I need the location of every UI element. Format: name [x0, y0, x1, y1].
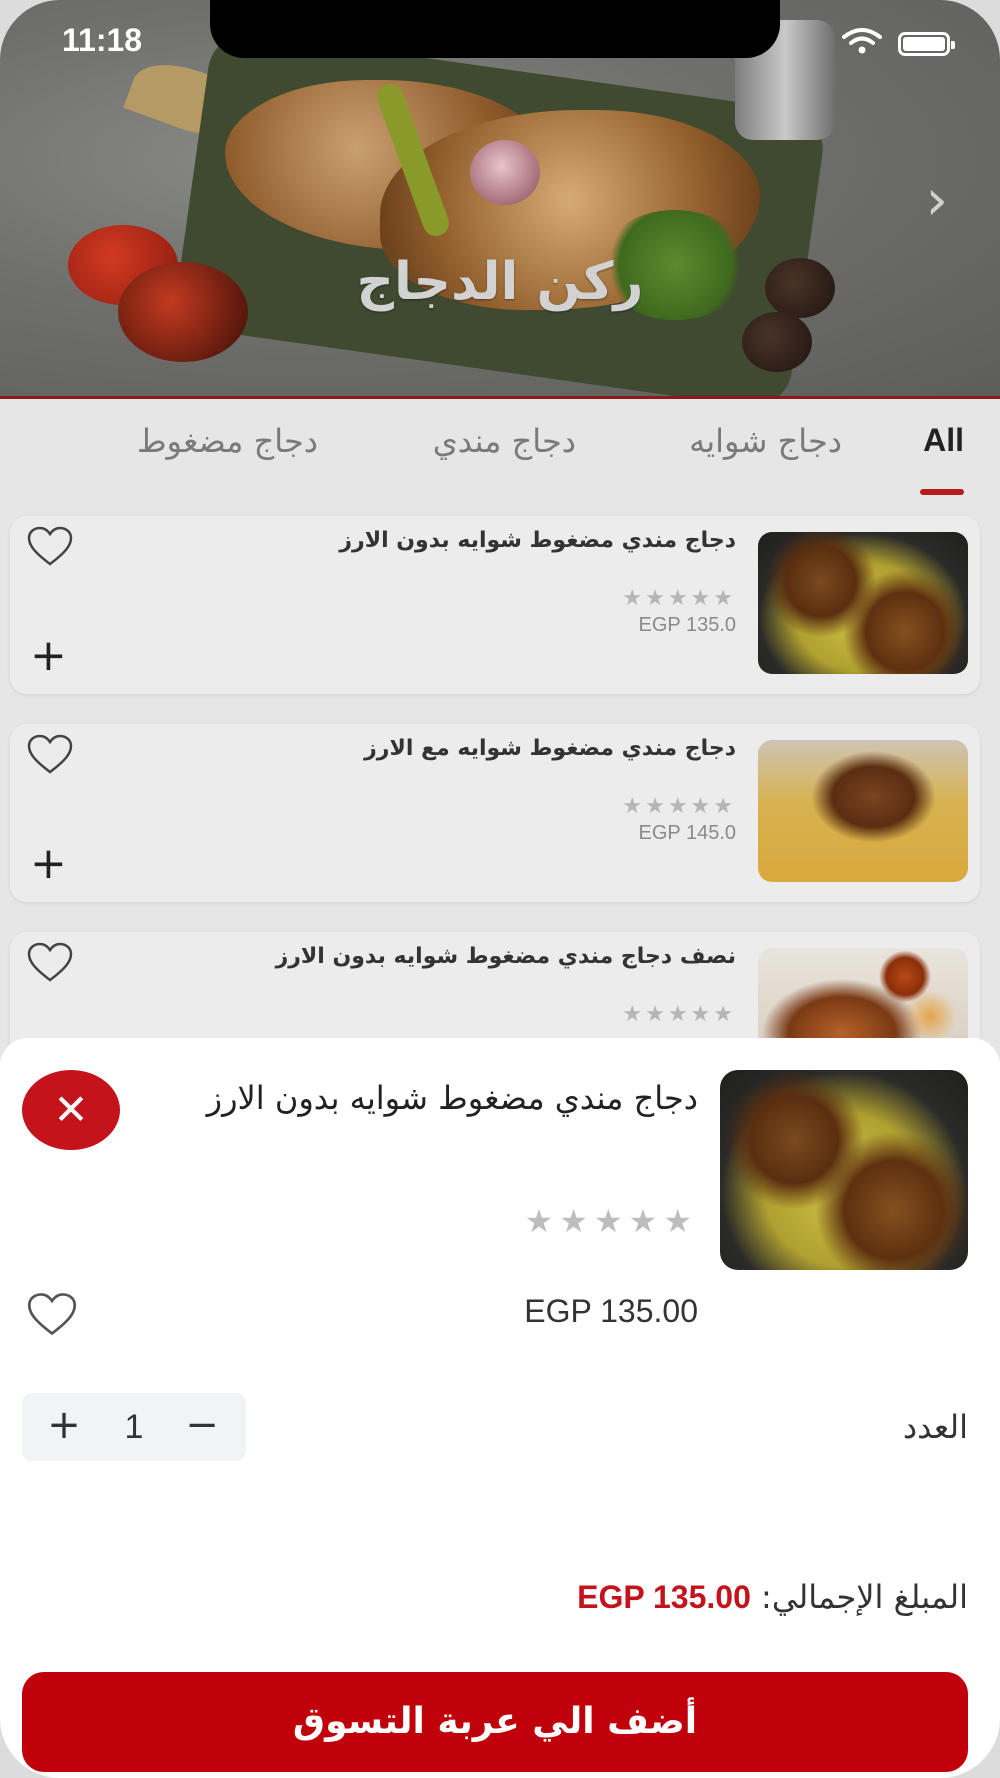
tab-grilled-chicken[interactable]: دجاج شوايه [689, 422, 842, 460]
heart-icon[interactable] [26, 734, 74, 776]
item-rating-stars[interactable]: ★★★★★ [525, 1202, 698, 1240]
quantity-label: العدد [902, 1408, 968, 1446]
banner-title: ركن الدجاج [356, 252, 644, 312]
item-title: دجاج مندي مضغوط شوايه بدون الارز [206, 1079, 698, 1117]
item-price: EGP 145.0 [638, 822, 736, 844]
item-rating-stars: ★★★★★ [622, 794, 736, 819]
close-icon: ✕ [53, 1085, 89, 1134]
item-name: نصف دجاج مندي مضغوط شوايه بدون الارز [275, 944, 736, 969]
item-price: EGP 135.00 [524, 1293, 698, 1329]
total-label: المبلغ الإجمالي: [761, 1578, 968, 1616]
decor-onion [470, 140, 540, 205]
decrement-button[interactable]: − [172, 1393, 232, 1461]
heart-icon[interactable] [26, 526, 74, 568]
tab-mandi-chicken[interactable]: دجاج مندي [433, 422, 576, 460]
item-image [758, 532, 968, 674]
device-notch [210, 0, 780, 58]
app-screen: ركن الدجاج › 11:18 All دجاج شوايه دجاج م… [0, 0, 1000, 1778]
total-amount: EGP 135.00 [577, 1579, 751, 1615]
list-item[interactable]: دجاج مندي مضغوط شوايه مع الارز ★★★★★ EGP… [10, 724, 980, 902]
quantity-stepper: + 1 − [22, 1393, 246, 1461]
status-time: 11:18 [62, 22, 143, 58]
tab-pressed-chicken[interactable]: دجاج مضغوط [137, 422, 318, 460]
item-price: EGP 135.0 [638, 614, 736, 636]
decor-prune [742, 312, 812, 372]
close-button[interactable]: ✕ [22, 1070, 120, 1150]
add-item-button[interactable]: + [30, 634, 67, 678]
item-name: دجاج مندي مضغوط شوايه مع الارز [364, 736, 736, 761]
battery-icon [898, 32, 955, 56]
item-rating-stars: ★★★★★ [622, 586, 736, 611]
item-name: دجاج مندي مضغوط شوايه بدون الارز [339, 528, 736, 553]
add-item-button[interactable]: + [30, 842, 67, 886]
quantity-value: 1 [124, 1408, 144, 1446]
increment-button[interactable]: + [34, 1393, 94, 1461]
active-tab-indicator [920, 489, 964, 495]
category-tabs: All دجاج شوايه دجاج مندي دجاج مضغوط [0, 400, 1000, 500]
item-image [720, 1070, 968, 1270]
item-detail-sheet: ✕ دجاج مندي مضغوط شوايه بدون الارز ★★★★★… [0, 1038, 1000, 1778]
heart-icon[interactable] [26, 942, 74, 984]
category-banner: ركن الدجاج › [0, 0, 1000, 399]
list-item[interactable]: دجاج مندي مضغوط شوايه بدون الارز ★★★★★ E… [10, 516, 980, 694]
add-to-cart-button[interactable]: أضف الي عربة التسوق [22, 1672, 968, 1772]
item-image [758, 740, 968, 882]
heart-icon[interactable] [26, 1292, 78, 1338]
tab-all[interactable]: All [923, 422, 964, 459]
chevron-right-icon[interactable]: › [926, 168, 948, 233]
item-rating-stars: ★★★★★ [622, 1002, 736, 1027]
wifi-icon [842, 28, 882, 54]
total-row: المبلغ الإجمالي: EGP 135.00 [577, 1578, 968, 1616]
